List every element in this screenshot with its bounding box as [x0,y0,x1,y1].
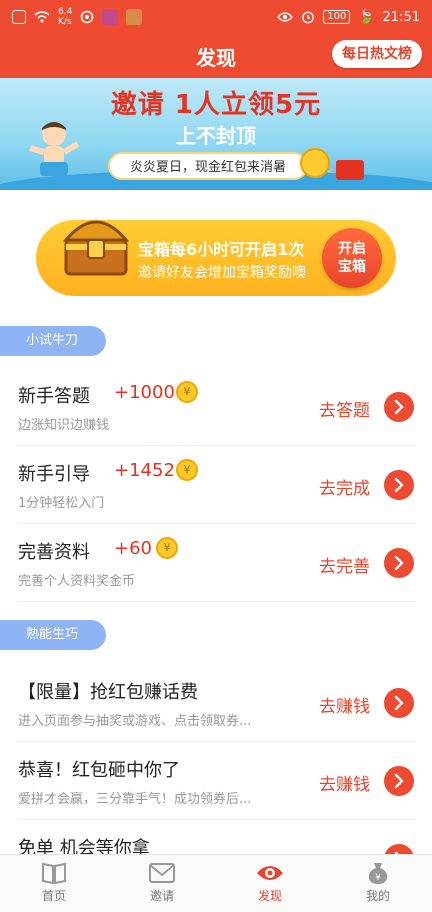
open-chest-label-2: 宝箱 [338,259,366,275]
envelope-icon [149,863,175,883]
app-notification-icon [102,9,119,25]
task-points: +60 [114,538,152,559]
banner-headline: 邀请 1人立领5元 [110,90,322,120]
header: 发现 每日热文榜 [0,34,432,78]
tab-home[interactable]: 首页 [0,855,108,912]
task-title: 新手引导 [18,464,90,485]
task-title: 【限量】抢红包赚话费 [18,682,198,703]
coin-stack-icon [300,148,330,178]
chevron-right-icon[interactable] [384,548,414,578]
coin-icon: ¥ [176,381,198,403]
open-chest-button[interactable]: 开启 宝箱 [322,228,382,288]
task-action-answer[interactable]: 去答题 [319,396,370,421]
chest-info-line1: 宝箱每6小时可开启1次 [138,240,305,259]
money-bag-symbol: ¥ [375,873,381,883]
battery-indicator: 100 [323,10,351,24]
task-subtitle: 边涨知识边赚钱 [18,418,110,433]
chevron-right-icon[interactable] [384,392,414,422]
tab-mine[interactable]: ¥ 我的 [324,855,432,912]
tab-label: 首页 [41,889,66,903]
task-subtitle: 1分钟轻松入门 [18,496,105,511]
coin-icon: ¥ [176,459,198,481]
tab-invite[interactable]: 邀请 [108,855,216,912]
tab-label: 邀请 [149,889,174,903]
task-action-earn[interactable]: 去赚钱 [319,770,370,795]
alarm-icon [302,11,315,24]
money-bag-icon: ¥ [368,863,388,884]
task-title: 新手答题 [18,386,90,407]
tab-label: 我的 [365,889,390,903]
task-row[interactable]: 完善资料 +60 ¥ 完善个人资料奖金币 去完善 [18,524,416,602]
task-points: +1452 [114,460,175,481]
task-row[interactable]: 【限量】抢红包赚话费 进入页面参与抽奖或游戏、点击领取券... 去赚钱 [18,664,416,742]
task-row[interactable]: 新手引导 +1452 ¥ 1分钟轻松入门 去完成 [18,446,416,524]
task-title: 完善资料 [18,542,90,563]
app-notification-icon [126,9,143,25]
section-tag-beginner: 小试牛刀 [0,326,106,356]
task-action-complete[interactable]: 去完成 [319,474,370,499]
task-row[interactable]: 恭喜！红包砸中你了 爱拼才会赢，三分靠手气！成功领券后... 去赚钱 [18,742,416,820]
wifi-icon [34,11,50,23]
sim-icon [12,10,26,24]
book-icon [42,862,66,885]
chevron-right-icon[interactable] [384,766,414,796]
red-envelope-icon [336,160,364,180]
app-circle-icon [81,10,94,24]
task-row[interactable]: 新手答题 +1000 ¥ 边涨知识边赚钱 去答题 [18,368,416,446]
task-subtitle: 完善个人资料奖金币 [18,574,136,589]
tab-label: 发现 [257,889,282,903]
leaf-icon: 🍃 [358,9,375,25]
open-chest-label-1: 开启 [338,241,366,257]
banner-pill: 炎炎夏日，现金红包来消暑 [108,152,308,180]
clock: 21:51 [382,9,420,25]
task-points: +1000 [114,382,175,403]
treasure-chest-card: 宝箱每6小时可开启1次 邀请好友会增加宝箱奖励噢 开启 宝箱 [36,220,396,296]
eye-icon [257,866,283,880]
page-title: 发现 [196,45,236,70]
task-subtitle: 爱拼才会赢，三分靠手气！成功领券后... [18,792,252,807]
banner-subline: 上不封顶 [176,124,256,148]
treasure-chest-icon [62,220,130,276]
section-tag-skilled: 熟能生巧 [0,620,106,650]
eye-comfort-icon [277,12,294,22]
chevron-right-icon[interactable] [384,688,414,718]
task-action-earn[interactable]: 去赚钱 [319,692,370,717]
status-bar: 6.4 K/s 100 🍃 21:51 [0,0,432,34]
chevron-right-icon[interactable] [384,470,414,500]
task-title: 恭喜！红包砸中你了 [18,760,180,781]
task-action-profile[interactable]: 去完善 [319,552,370,577]
chest-info-line2: 邀请好友会增加宝箱奖励噢 [138,265,306,281]
bottom-tab-bar: 首页 邀请 发现 ¥ 我的 [0,854,432,912]
invite-banner[interactable]: 邀请 1人立领5元 上不封顶 炎炎夏日，现金红包来消暑 [0,78,432,190]
daily-hot-articles-button[interactable]: 每日热文榜 [332,40,422,68]
coin-icon: ¥ [156,537,178,559]
task-subtitle: 进入页面参与抽奖或游戏、点击领取券... [18,714,252,729]
net-speed: 6.4 K/s [58,7,73,27]
tab-discover[interactable]: 发现 [216,855,324,912]
